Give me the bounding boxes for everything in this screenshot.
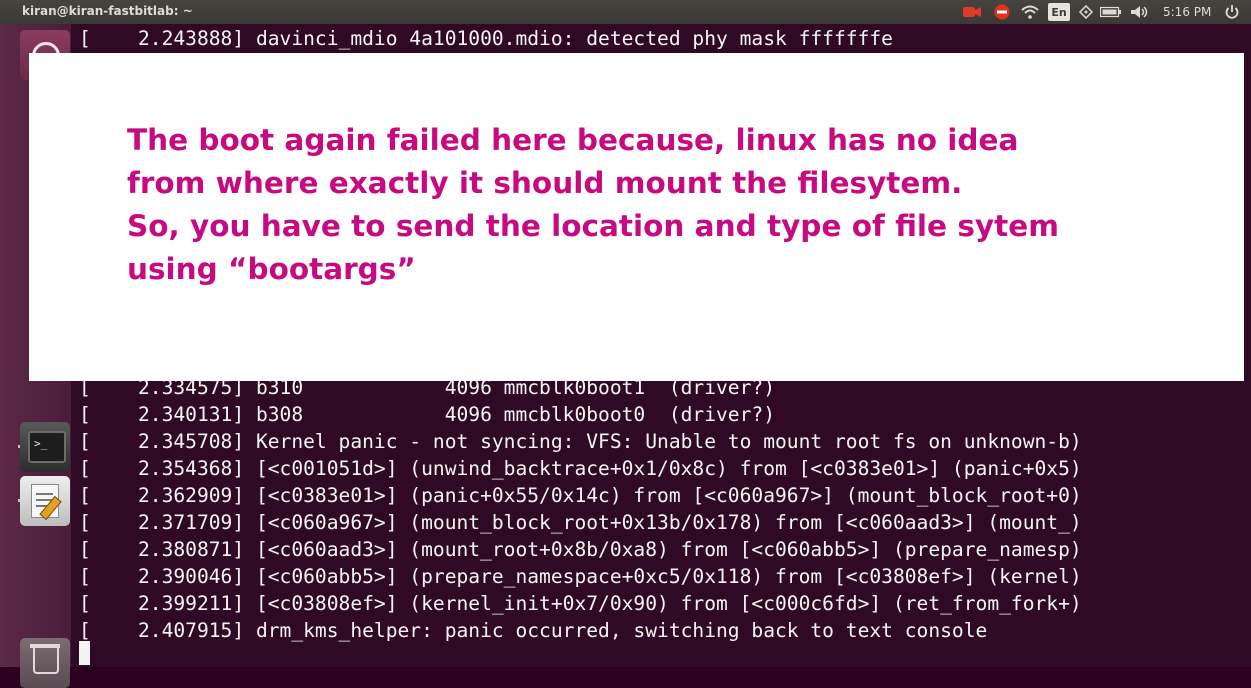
- clock[interactable]: 5:16 PM: [1163, 5, 1211, 19]
- terminal-cursor: [79, 641, 90, 665]
- terminal-line: [ 2.390046] [<c060abb5>] (prepare_namesp…: [79, 565, 1082, 588]
- terminal-line: [ 2.362909] [<c0383e01>] (panic+0x55/0x1…: [79, 484, 1082, 507]
- annotation-line: using “bootargs”: [127, 252, 416, 286]
- annotation-overlay: The boot again failed here because, linu…: [29, 53, 1244, 381]
- trash-icon[interactable]: [20, 638, 70, 688]
- keyboard-icon[interactable]: En: [1048, 3, 1070, 21]
- power-icon[interactable]: [1223, 3, 1241, 21]
- window-title: kiran@kiran-fastbitlab: ~: [22, 4, 193, 18]
- signal-icon: [1077, 3, 1095, 21]
- annotation-line: The boot again failed here because, linu…: [127, 123, 1019, 157]
- annotation-text: The boot again failed here because, linu…: [127, 119, 1217, 291]
- terminal-line: [ 2.399211] [<c03808ef>] (kernel_init+0x…: [79, 592, 1082, 615]
- wifi-icon[interactable]: [1020, 3, 1040, 21]
- volume-icon[interactable]: [1130, 3, 1150, 21]
- terminal-icon[interactable]: >_: [20, 422, 70, 472]
- annotation-line: So, you have to send the location and ty…: [127, 209, 1059, 243]
- terminal-prompt: >_: [34, 437, 48, 450]
- top-panel: kiran@kiran-fastbitlab: ~ En 5:16 PM: [0, 0, 1251, 24]
- battery-icon[interactable]: [1100, 3, 1122, 21]
- terminal-line: [ 2.345708] Kernel panic - not syncing: …: [79, 430, 1082, 453]
- terminal-line: [ 2.380871] [<c060aad3>] (mount_root+0x8…: [79, 538, 1082, 561]
- terminal-line: [ 2.340131] b308 4096 mmcblk0boot0 (driv…: [79, 403, 775, 426]
- text-editor-icon[interactable]: [20, 476, 70, 526]
- terminal-line: [ 2.243888] davinci_mdio 4a101000.mdio: …: [79, 27, 893, 50]
- no-entry-icon[interactable]: [993, 3, 1011, 21]
- terminal-line: [ 2.407915] drm_kms_helper: panic occurr…: [79, 619, 988, 642]
- camera-icon[interactable]: [963, 3, 981, 21]
- terminal-line: [ 2.354368] [<c001051d>] (unwind_backtra…: [79, 457, 1082, 480]
- annotation-line: from where exactly it should mount the f…: [127, 166, 963, 200]
- terminal-line: [ 2.371709] [<c060a967>] (mount_block_ro…: [79, 511, 1082, 534]
